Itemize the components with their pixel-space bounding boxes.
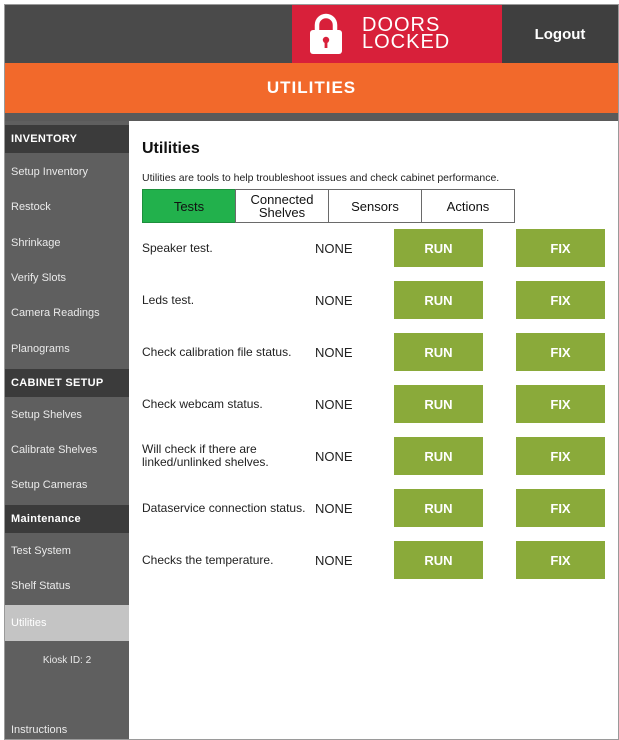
doors-line-2: LOCKED <box>362 31 451 53</box>
test-status-webcam: NONE <box>315 396 353 412</box>
test-label-speaker: Speaker test. <box>142 240 213 255</box>
sidebar-item-planograms[interactable]: Planograms <box>5 333 129 365</box>
app-frame: DOORS LOCKED Logout UTILITIES INVENTORY … <box>4 4 619 740</box>
test-label-calibration: Check calibration file status. <box>142 344 292 359</box>
page-description: Utilities are tools to help troubleshoot… <box>142 172 500 184</box>
section-header: UTILITIES <box>5 63 618 113</box>
run-button-speaker[interactable]: RUN <box>394 229 483 267</box>
sidebar-item-setup-shelves[interactable]: Setup Shelves <box>5 399 129 431</box>
section-title: UTILITIES <box>266 78 357 97</box>
sidebar-item-shrinkage[interactable]: Shrinkage <box>5 227 129 259</box>
test-status-dataservice: NONE <box>315 500 353 516</box>
fix-button-webcam[interactable]: FIX <box>516 385 605 423</box>
fix-button-speaker[interactable]: FIX <box>516 229 605 267</box>
page-title: Utilities <box>142 140 200 157</box>
tab-actions[interactable]: Actions <box>421 189 515 223</box>
tab-tests[interactable]: Tests <box>142 189 236 223</box>
header-divider <box>5 113 618 121</box>
run-button-temperature[interactable]: RUN <box>394 541 483 579</box>
kiosk-id: Kiosk ID: 2 <box>42 655 92 666</box>
run-button-leds[interactable]: RUN <box>394 281 483 319</box>
sidebar-header-cabinet-setup: CABINET SETUP <box>5 369 129 397</box>
run-button-linked-shelves[interactable]: RUN <box>394 437 483 475</box>
sidebar-item-calibrate-shelves[interactable]: Calibrate Shelves <box>5 434 129 466</box>
top-bar: DOORS LOCKED Logout <box>5 5 618 63</box>
fix-button-linked-shelves[interactable]: FIX <box>516 437 605 475</box>
test-status-calibration: NONE <box>315 344 353 360</box>
test-status-leds: NONE <box>315 292 353 308</box>
tab-connected-shelves[interactable]: Connected Shelves <box>235 189 329 223</box>
test-label-leds: Leds test. <box>142 292 195 307</box>
lock-icon <box>310 13 342 54</box>
sidebar-item-test-system[interactable]: Test System <box>5 535 129 567</box>
sidebar-item-setup-cameras[interactable]: Setup Cameras <box>5 469 129 501</box>
test-label-dataservice: Dataservice connection status. <box>142 500 306 515</box>
test-status-temperature: NONE <box>315 552 353 568</box>
sidebar-header-inventory: INVENTORY <box>5 125 129 153</box>
sidebar-item-setup-inventory[interactable]: Setup Inventory <box>5 156 129 188</box>
sidebar-item-restock[interactable]: Restock <box>5 191 129 223</box>
run-button-webcam[interactable]: RUN <box>394 385 483 423</box>
test-status-linked-shelves: NONE <box>315 448 353 464</box>
fix-button-leds[interactable]: FIX <box>516 281 605 319</box>
doors-locked-indicator: DOORS LOCKED <box>292 5 502 63</box>
fix-button-dataservice[interactable]: FIX <box>516 489 605 527</box>
run-button-calibration[interactable]: RUN <box>394 333 483 371</box>
test-status-speaker: NONE <box>315 240 353 256</box>
run-button-dataservice[interactable]: RUN <box>394 489 483 527</box>
fix-button-calibration[interactable]: FIX <box>516 333 605 371</box>
test-label-webcam: Check webcam status. <box>142 396 263 411</box>
test-label-linked-shelves: Will check if there are linked/unlinked … <box>142 442 269 469</box>
fix-button-temperature[interactable]: FIX <box>516 541 605 579</box>
sidebar-item-verify-slots[interactable]: Verify Slots <box>5 262 129 294</box>
sidebar-header-maintenance: Maintenance <box>5 505 129 533</box>
sidebar-item-shelf-status[interactable]: Shelf Status <box>5 570 129 602</box>
tab-sensors[interactable]: Sensors <box>328 189 422 223</box>
sidebar-item-utilities[interactable]: Utilities <box>5 605 129 641</box>
logout-button[interactable]: Logout <box>502 5 618 63</box>
main-content: Utilities Utilities are tools to help tr… <box>129 121 618 739</box>
doors-locked-text: DOORS LOCKED <box>362 15 451 53</box>
sidebar-item-instructions[interactable]: Instructions <box>5 721 129 739</box>
sidebar: INVENTORY Setup Inventory Restock Shrink… <box>5 121 129 739</box>
sidebar-item-camera-readings[interactable]: Camera Readings <box>5 297 129 329</box>
test-label-temperature: Checks the temperature. <box>142 552 274 567</box>
